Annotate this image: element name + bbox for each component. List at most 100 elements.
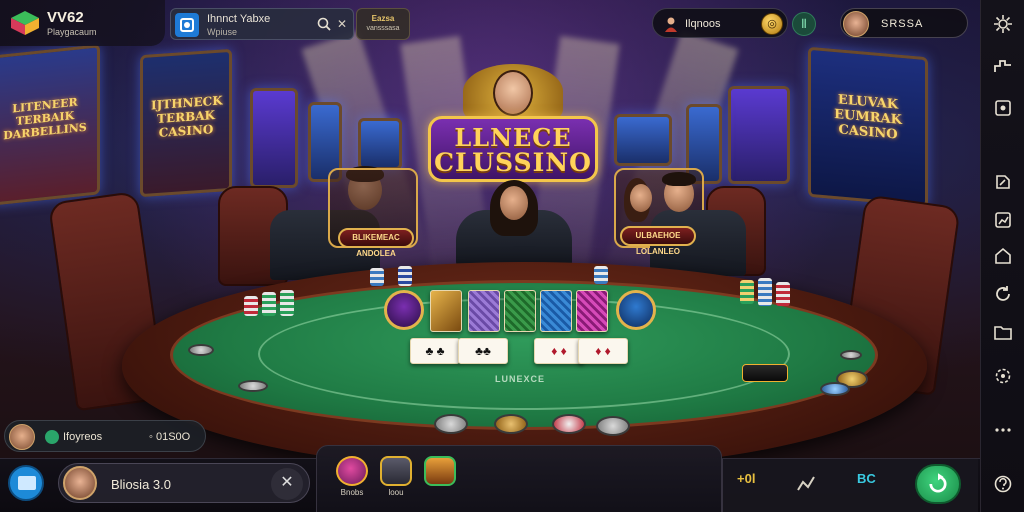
chat-amount: ◦ 01S0O [149,431,191,443]
chip-stack [758,278,772,306]
more-button[interactable] [991,418,1015,442]
action-label: Bnobs [340,488,364,497]
chip-tray [434,414,468,434]
bonus-icon [336,456,368,486]
chip-stack [776,282,790,306]
chart-button[interactable]: ⫴ [792,12,816,36]
coin-icon: ◎ [767,18,777,30]
home-icon [995,247,1011,264]
cup-holder [238,380,268,392]
card-shoe [742,364,788,382]
chip-stack [280,290,294,316]
brand-subtitle: Playgacaum [47,27,97,37]
logo-title-line2: CLUSSINO [434,148,592,177]
card[interactable]: ♦ ♦ [534,338,584,364]
more-icon [995,428,1011,432]
trend-icon [994,60,1011,72]
slot-machine-left-2: IJTHNECK TERBAK CASINO [140,48,232,198]
chip-tray [552,414,586,434]
options-button[interactable] [991,364,1015,388]
brand-logo-icon [11,11,39,35]
help-button[interactable] [991,472,1015,496]
chip-tray [596,416,630,436]
stats-icon [995,212,1011,228]
chip-tray [494,414,528,434]
play-icon [929,473,947,493]
bet-controls: +0l BC [722,459,978,512]
cup-holder [188,344,214,356]
card[interactable] [540,290,572,332]
avatar [843,11,869,37]
action-group: Bnobs loou [316,445,722,512]
avatar [9,424,35,450]
promo-title: Eazsa [371,14,395,23]
card[interactable] [468,290,500,332]
trend-button[interactable] [991,54,1015,78]
slot-machine-text: LITENEER TERBAIK DARBELLINS [3,95,87,143]
folder-icon [994,326,1012,340]
action-game[interactable] [417,456,463,488]
bet-button[interactable]: +0l [737,471,755,497]
logo-host-figure [493,70,533,116]
slot-machine-right: ELUVAK EUMRAK CASINO [808,46,928,208]
slot-machine-text: ELUVAK EUMRAK CASINO [834,92,902,143]
card[interactable]: ♣♣ [458,338,508,364]
card[interactable]: ♣ ♣ [410,338,460,364]
stats-button[interactable] [991,208,1015,232]
chat-button[interactable] [8,465,44,501]
folder-button[interactable] [991,320,1015,344]
shop-icon [380,456,412,486]
slot-machine [250,88,298,188]
profile-pill[interactable]: SRSSA [840,8,968,38]
play-button[interactable] [915,464,961,504]
card[interactable]: ♦ ♦ [578,338,628,364]
slot-machine-left: LITENEER TERBAIK DARBELLINS [0,44,100,206]
bc-button[interactable]: BC [857,471,876,497]
player-badge[interactable] [616,290,656,330]
online-indicator-icon [45,430,59,444]
card[interactable] [430,290,462,332]
chart-icon[interactable] [795,471,819,497]
chip-stack [370,268,384,286]
user-pill[interactable]: Bliosia 3.0 ✕ [58,463,310,503]
settings-button[interactable] [991,12,1015,36]
figure-icon [665,17,677,32]
wallet-pill[interactable]: Ilqnoos ◎ [652,8,788,38]
player-right-nameplate: ULBAEHOE LOLANLEO [620,226,696,256]
bottom-bar: Bliosia 3.0 ✕ Bnobs loou +0l BC [0,445,980,512]
profile-name: SRSSA [881,18,924,30]
share-button[interactable] [991,170,1015,194]
chip-stack [244,296,258,316]
close-button[interactable]: ✕ [271,468,303,500]
action-shop[interactable]: loou [373,456,419,497]
player-left-nameplate: BLIKEMEAC ANDOLEA [338,228,414,258]
search-bar[interactable]: Ihnnct Yabxe Wpiuse ✕ [170,8,354,40]
record-button[interactable] [991,96,1015,120]
promo-button[interactable]: Eazsa vansssasa [356,8,410,40]
card[interactable] [576,290,608,332]
card[interactable] [504,290,536,332]
cup-holder [820,382,850,396]
avatar [63,466,97,500]
slot-machine [614,114,672,166]
slot-machine-text: IJTHNECK TERBAK CASINO [151,93,223,140]
username: Bliosia 3.0 [111,477,171,492]
brand-name: VV62 [47,9,84,26]
player-badge[interactable] [384,290,424,330]
slot-machine [728,86,790,184]
gear-icon [994,15,1012,33]
home-button[interactable] [991,244,1015,268]
share-icon [996,175,1010,189]
close-icon[interactable]: ✕ [337,18,347,30]
chip-stack [262,292,276,316]
refresh-button[interactable] [991,282,1015,306]
search-subtitle: Wpiuse [207,27,238,37]
coin-button[interactable]: ◎ [761,13,783,35]
chat-username: Ifoyreos [63,431,103,443]
chat-message[interactable]: Ifoyreos ◦ 01S0O [4,420,206,452]
action-bonus[interactable]: Bnobs [329,456,375,497]
chip-stack [740,280,754,304]
brand-header[interactable]: VV62 Playgacaum [0,0,165,46]
search-icon[interactable] [317,17,331,31]
top-right-controls: Ilqnoos ◎ ⫴ SRSSA [652,8,978,40]
